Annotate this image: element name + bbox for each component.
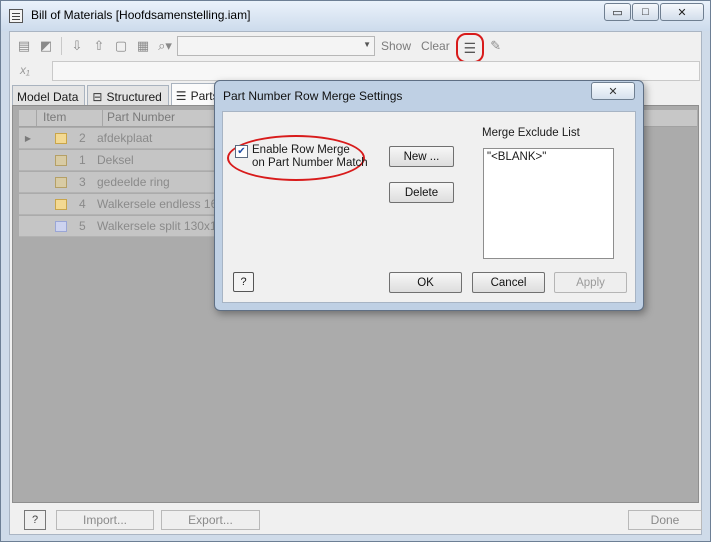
clipboard-icon[interactable]: ▢: [111, 36, 131, 56]
eraser-icon[interactable]: ◩: [36, 36, 56, 56]
row-item: 2: [79, 131, 86, 145]
enable-row-merge-row[interactable]: ✔ Enable Row Merge on Part Number Match: [235, 144, 368, 170]
bom-app-icon: [9, 9, 23, 23]
close-button[interactable]: ✕: [660, 3, 704, 21]
part-icon: [55, 220, 67, 232]
parts-tab-icon: ☰: [175, 88, 187, 103]
delete-button[interactable]: Delete: [389, 182, 454, 203]
show-button[interactable]: Show: [377, 39, 415, 53]
dialog-help-button[interactable]: ?: [233, 272, 254, 292]
import-button[interactable]: Import...: [56, 510, 154, 530]
row-merge-dialog: Part Number Row Merge Settings ✕ ✔ Enabl…: [214, 80, 644, 311]
apply-button[interactable]: Apply: [554, 272, 627, 293]
tab-structured[interactable]: ⊟ Structured: [87, 85, 169, 105]
clear-button[interactable]: Clear: [417, 39, 454, 53]
tab-label: Model Data: [17, 89, 79, 104]
part-icon: [55, 176, 67, 188]
done-button[interactable]: Done: [628, 510, 702, 530]
close-icon: ✕: [677, 6, 687, 19]
table-row[interactable]: 1 Deksel: [19, 150, 234, 171]
dialog-title: Part Number Row Merge Settings: [223, 89, 403, 103]
enable-row-merge-checkbox[interactable]: ✔: [235, 145, 248, 158]
bottom-bar: ? Import... Export... Done: [10, 506, 702, 534]
help-button[interactable]: ?: [24, 510, 46, 530]
function-icon: x₁: [20, 63, 30, 77]
minimize-icon: ▭: [612, 6, 623, 19]
tab-label: Structured: [106, 89, 162, 104]
dialog-close-button[interactable]: ✕: [591, 82, 635, 100]
toolbar: ▤ ◩ ⇩ ⇧ ▢ ▦ ⌕▾ Show Clear ☰ ✎: [14, 33, 694, 63]
sort-descending-icon[interactable]: ⇩: [67, 36, 87, 56]
table-row[interactable]: 4 Walkersele endless 160x: [19, 194, 234, 215]
row-part-number: Deksel: [97, 153, 134, 167]
row-part-number: afdekplaat: [97, 131, 153, 145]
export-bom-icon[interactable]: ▤: [14, 36, 34, 56]
row-item: 1: [79, 153, 86, 167]
tab-strip: Model Data ⊟ Structured ☰ Parts: [12, 83, 228, 105]
table-row[interactable]: ▶ 2 afdekplaat: [19, 128, 234, 149]
table-row[interactable]: 5 Walkersele split 130x160: [19, 216, 234, 237]
checkbox-label-line2: on Part Number Match: [252, 157, 368, 169]
row-item: 5: [79, 219, 86, 233]
part-icon: [55, 132, 67, 144]
close-icon: ✕: [608, 85, 618, 98]
maximize-icon: □: [642, 6, 649, 18]
row-part-number: Walkersele split 130x160: [97, 219, 225, 233]
window-title: Bill of Materials [Hoofdsamenstelling.ia…: [31, 8, 251, 22]
merge-exclude-list[interactable]: "<BLANK>": [483, 148, 614, 259]
row-selector-icon: ▶: [24, 133, 32, 143]
cancel-button[interactable]: Cancel: [472, 272, 545, 293]
column-header-item[interactable]: Item: [37, 110, 103, 126]
sort-ascending-icon[interactable]: ⇧: [89, 36, 109, 56]
maximize-button[interactable]: □: [632, 3, 659, 21]
export-button[interactable]: Export...: [161, 510, 260, 530]
part-icon: [55, 198, 67, 210]
row-merge-settings-button[interactable]: ☰: [455, 33, 484, 63]
row-merge-settings-icon: ☰: [463, 39, 476, 56]
edit-settings-icon[interactable]: ✎: [486, 36, 506, 56]
filter-combo[interactable]: [177, 36, 375, 56]
table-settings-icon[interactable]: ▦: [133, 36, 153, 56]
part-icon: [55, 154, 67, 166]
row-item: 4: [79, 197, 86, 211]
list-item[interactable]: "<BLANK>": [487, 151, 610, 163]
tab-model-data[interactable]: Model Data: [12, 85, 86, 105]
enable-row-merge-label[interactable]: Enable Row Merge on Part Number Match: [252, 144, 368, 170]
toolbar-separator: [61, 37, 62, 55]
table-row[interactable]: 3 gedeelde ring: [19, 172, 234, 193]
formula-input[interactable]: [52, 61, 700, 81]
new-button[interactable]: New ...: [389, 146, 454, 167]
row-part-number: Walkersele endless 160x: [97, 197, 225, 211]
checkbox-label-line1: Enable Row Merge: [252, 144, 350, 156]
structured-tab-icon: ⊟: [92, 89, 103, 104]
search-dropdown-icon[interactable]: ⌕▾: [155, 36, 175, 56]
title-bar[interactable]: Bill of Materials [Hoofdsamenstelling.ia…: [1, 1, 710, 31]
ok-button[interactable]: OK: [389, 272, 462, 293]
row-selector-header: [19, 110, 37, 126]
dialog-body: ✔ Enable Row Merge on Part Number Match …: [222, 111, 636, 303]
merge-exclude-list-label: Merge Exclude List: [482, 127, 580, 139]
checkmark-icon: ✔: [237, 146, 246, 157]
row-item: 3: [79, 175, 86, 189]
minimize-button[interactable]: ▭: [604, 3, 631, 21]
row-part-number: gedeelde ring: [97, 175, 170, 189]
formula-bar: x₁: [14, 61, 700, 81]
